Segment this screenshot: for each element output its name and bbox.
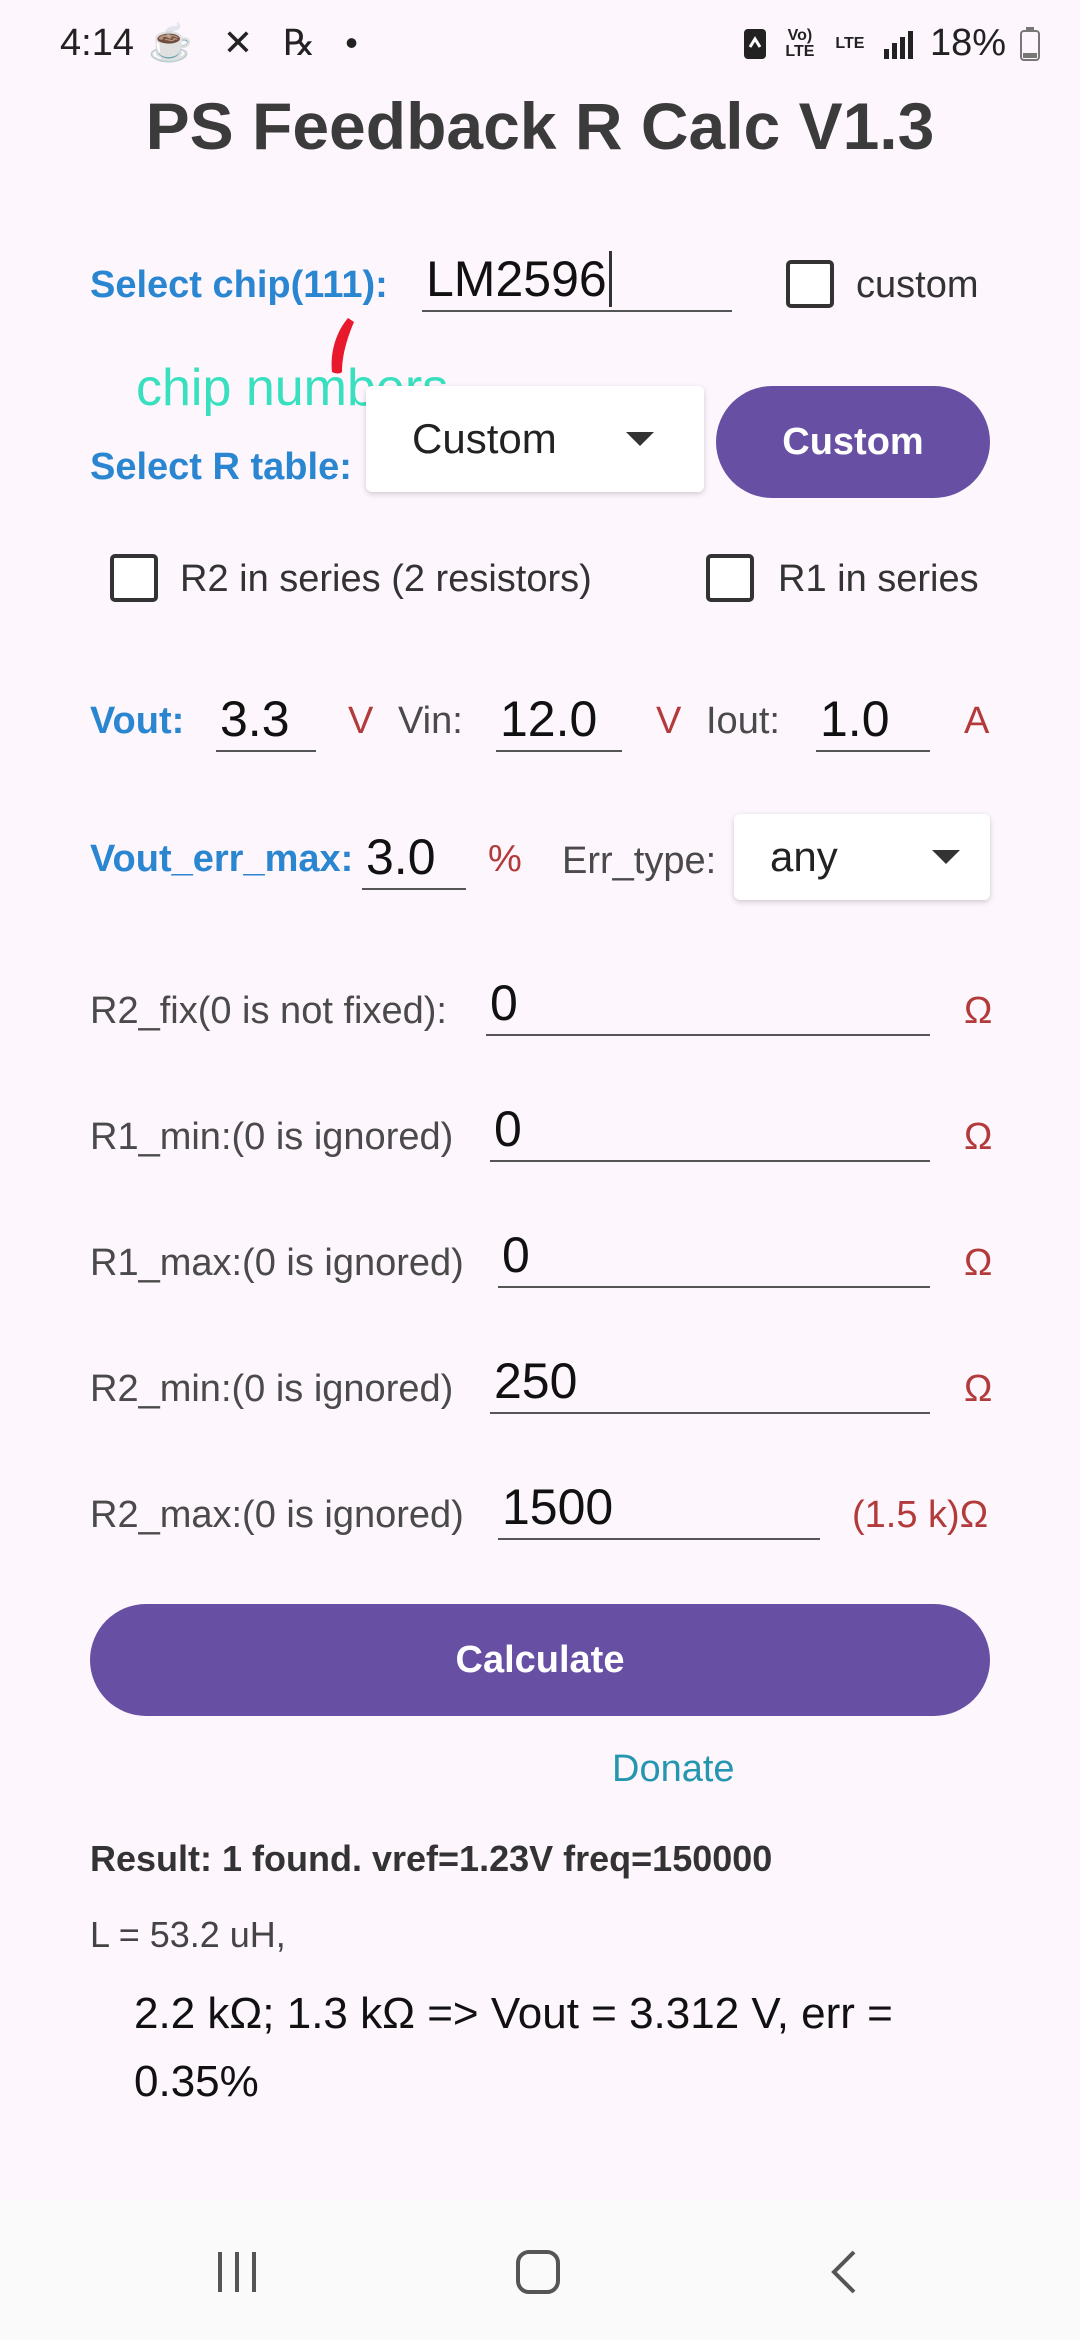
r2-min-label: R2_min:(0 is ignored): [90, 1368, 454, 1410]
vout-label: Vout:: [90, 700, 185, 742]
vout-err-max-input[interactable]: 3.0: [362, 826, 466, 890]
dropdown-arrow-icon: [626, 432, 654, 446]
signal-icon: [883, 30, 913, 59]
r2-min-input[interactable]: 250: [490, 1350, 930, 1414]
r2-series-checkbox[interactable]: [110, 554, 158, 602]
select-chip-label: Select chip(111):: [90, 264, 388, 306]
err-unit: %: [488, 838, 522, 880]
app-title: PS Feedback R Calc V1.3: [145, 89, 935, 163]
vout-err-max-label: Vout_err_max:: [90, 838, 354, 880]
status-bar: 4:14 ☕ ✕ ℞ • Vo) LTE LTE 18%: [0, 0, 1080, 90]
r1-series-checkbox[interactable]: [706, 554, 754, 602]
vin-unit: V: [656, 700, 682, 742]
result-summary: Result: 1 found. vref=1.23V freq=150000: [90, 1838, 773, 1879]
status-time: 4:14: [60, 22, 134, 64]
r-table-dropdown[interactable]: Custom: [366, 386, 704, 492]
donate-link[interactable]: Donate: [612, 1748, 735, 1791]
volte-icon: Vo) LTE: [785, 26, 815, 60]
custom-table-button[interactable]: Custom: [716, 386, 990, 498]
custom-chip-label: custom: [856, 264, 979, 306]
home-icon[interactable]: [514, 2248, 562, 2296]
r1-min-unit: Ω: [964, 1116, 993, 1158]
iout-input[interactable]: 1.0: [816, 688, 930, 752]
navigation-bar: [0, 2200, 1080, 2340]
vin-input[interactable]: 12.0: [496, 688, 622, 752]
r2-fix-label: R2_fix(0 is not fixed):: [90, 990, 447, 1032]
r-table-selected: Custom: [412, 415, 557, 462]
r1-max-unit: Ω: [964, 1242, 993, 1284]
data-saver-icon: [743, 28, 766, 59]
err-type-dropdown[interactable]: any: [734, 814, 990, 900]
iout-label: Iout:: [706, 700, 780, 742]
back-icon[interactable]: [826, 2248, 862, 2296]
r1-min-input[interactable]: 0: [490, 1098, 930, 1162]
iout-unit: A: [964, 700, 990, 742]
battery-icon: [1020, 26, 1040, 61]
select-r-table-label: Select R table:: [90, 446, 352, 488]
r1-series-label: R1 in series: [778, 558, 979, 600]
r2-fix-input[interactable]: 0: [486, 972, 930, 1036]
custom-chip-checkbox[interactable]: [786, 260, 834, 308]
r1-min-label: R1_min:(0 is ignored): [90, 1116, 454, 1158]
r2-max-unit: (1.5 k)Ω: [852, 1494, 989, 1536]
vin-label: Vin:: [398, 700, 463, 742]
r1-max-input[interactable]: 0: [498, 1224, 930, 1288]
r2-max-label: R2_max:(0 is ignored): [90, 1494, 464, 1536]
dropdown-arrow-icon: [932, 850, 960, 864]
err-type-selected: any: [770, 833, 838, 880]
lte-icon: LTE: [835, 34, 865, 52]
chip-input[interactable]: LM2596: [422, 248, 732, 312]
vout-input[interactable]: 3.3: [216, 688, 316, 752]
notification-icons: ☕ ✕ ℞ •: [148, 22, 368, 63]
r2-min-unit: Ω: [964, 1368, 993, 1410]
status-right: Vo) LTE LTE 18%: [742, 22, 1040, 65]
battery-text: 18%: [929, 22, 1006, 64]
calculate-button[interactable]: Calculate: [90, 1604, 990, 1716]
r2-fix-unit: Ω: [964, 990, 993, 1032]
r2-series-label: R2 in series (2 resistors): [180, 558, 592, 600]
text-cursor: [608, 251, 612, 307]
inductance-value: L = 53.2 uH,: [90, 1914, 286, 1955]
vout-unit: V: [348, 700, 374, 742]
result-line: 2.2 kΩ; 1.3 kΩ => Vout = 3.312 V, err = …: [134, 1989, 893, 2106]
r1-max-label: R1_max:(0 is ignored): [90, 1242, 464, 1284]
r2-max-input[interactable]: 1500: [498, 1476, 820, 1540]
err-type-label: Err_type:: [562, 840, 717, 882]
chip-input-value: LM2596: [426, 251, 607, 307]
recents-icon[interactable]: [214, 2250, 260, 2294]
